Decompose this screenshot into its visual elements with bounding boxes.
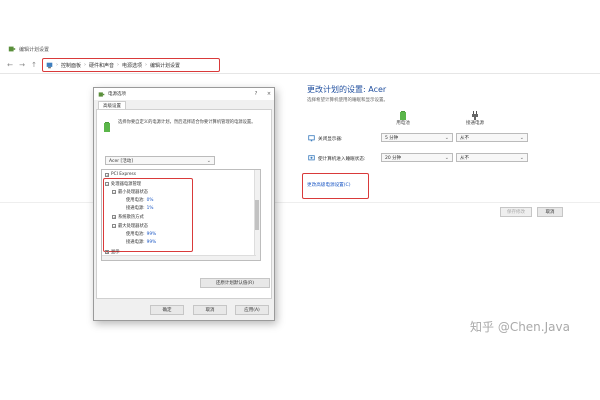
tree-item-min-state-label: 最小处理器状态	[118, 190, 149, 195]
dialog-title: 电源选项	[108, 92, 126, 97]
breadcrumb-separator-icon: ›	[117, 62, 120, 68]
max-plugged-label: 接通电源:	[126, 240, 145, 245]
battery-plan-icon	[104, 122, 110, 132]
display-off-label-text: 关闭显示器:	[318, 136, 343, 142]
control-panel-icon	[46, 62, 53, 68]
breadcrumb-edit-plan[interactable]: 编辑计划设置	[150, 62, 180, 69]
max-plugged-value[interactable]: 99%	[147, 240, 157, 245]
tree-item-max-state-label: 最大处理器状态	[118, 224, 149, 229]
display-off-battery-select[interactable]: 5 分钟 ⌄	[381, 133, 453, 142]
screenshot-root: 编辑计划设置 ← → ↑ › 控制面板 › 硬件和声音 › 电源选项 › 编辑计…	[0, 0, 600, 400]
power-options-icon	[8, 46, 16, 52]
watermark: 知乎 @Chen.Java	[470, 320, 570, 334]
tree-horizontal-scrollbar[interactable]	[102, 255, 256, 260]
tree-item-min-battery[interactable]: 使用电池: 0%	[126, 197, 154, 204]
max-battery-label: 使用电池:	[126, 232, 145, 237]
chevron-down-icon: ⌄	[444, 154, 449, 161]
sleep-label-text: 使计算机进入睡眠状态:	[318, 156, 366, 162]
battery-icon	[400, 111, 406, 120]
sleep-battery-select[interactable]: 20 分钟 ⌄	[381, 153, 453, 162]
help-button[interactable]: ?	[251, 91, 261, 97]
display-off-plugged-select[interactable]: 从不 ⌄	[456, 133, 528, 142]
plan-select-value: Acer [活动]	[109, 158, 134, 164]
plan-description: 选择你要自定义的电源计划，然后选择适合你要计算机管理的电源设置。	[102, 120, 258, 132]
tree-item-cooling-label: 系统散热方式	[118, 215, 144, 220]
breadcrumb-power-options[interactable]: 电源选项	[122, 62, 142, 69]
breadcrumb-separator-icon: ›	[145, 62, 148, 68]
tree-item-max-battery[interactable]: 使用电池: 99%	[126, 231, 157, 238]
chevron-down-icon: ⌄	[444, 134, 449, 141]
scrollbar-thumb[interactable]	[255, 200, 259, 230]
chevron-down-icon: ⌄	[519, 154, 524, 161]
display-off-battery-value: 5 分钟	[385, 135, 399, 141]
sleep-icon	[308, 155, 315, 161]
collapse-icon[interactable]: −	[112, 224, 116, 228]
breadcrumb-separator-icon: ›	[84, 62, 87, 68]
min-plugged-label: 接通电源:	[126, 206, 145, 211]
page-title: 更改计划的设置: Acer	[307, 85, 387, 94]
plugged-column-label: 接通电源	[466, 121, 484, 126]
min-plugged-value[interactable]: 1%	[147, 206, 154, 211]
power-options-dialog: 电源选项 ? × 高级设置 选择你要自定义的电源计划，然后选择适合你要计算机管理…	[93, 87, 275, 321]
tree-item-cooling[interactable]: + 系统散热方式	[112, 214, 144, 220]
tree-item-min-plugged[interactable]: 接通电源: 1%	[126, 205, 154, 212]
chevron-down-icon: ⌄	[206, 157, 211, 164]
window-title-text: 编辑计划设置	[19, 46, 50, 53]
tree-item-pci-express[interactable]: + PCI Express	[105, 172, 136, 177]
up-button[interactable]: ↑	[30, 60, 38, 70]
monitor-icon	[308, 135, 315, 142]
advanced-settings-link[interactable]: 更改高级电源设置(C)	[307, 182, 351, 188]
expand-icon[interactable]: +	[105, 250, 109, 254]
page-subtitle: 选择希望计算机使用的睡眠和显示设置。	[307, 98, 388, 103]
breadcrumb-hardware-sound[interactable]: 硬件和声音	[89, 62, 114, 69]
address-bar: ← → ↑ › 控制面板 › 硬件和声音 › 电源选项 › 编辑计划设置	[6, 58, 596, 72]
back-button[interactable]: ←	[6, 60, 14, 70]
restore-defaults-button[interactable]: 还原计划默认值(R)	[200, 278, 270, 288]
tree-item-min-state[interactable]: − 最小处理器状态	[112, 189, 148, 195]
tree-item-processor[interactable]: − 处理器电源管理	[105, 181, 141, 187]
breadcrumb-control-panel[interactable]: 控制面板	[61, 62, 81, 69]
sleep-plugged-value: 从不	[460, 155, 469, 161]
plug-icon	[472, 111, 478, 120]
plan-description-text: 选择你要自定义的电源计划，然后选择适合你要计算机管理的电源设置。	[118, 120, 256, 125]
content-divider	[0, 202, 600, 203]
breadcrumb-separator-icon: ›	[56, 62, 58, 68]
apply-button[interactable]: 应用(A)	[235, 305, 269, 315]
window-title: 编辑计划设置	[8, 45, 49, 53]
tree-item-max-plugged[interactable]: 接通电源: 99%	[126, 239, 157, 246]
min-battery-value[interactable]: 0%	[147, 198, 154, 203]
sleep-label: 使计算机进入睡眠状态:	[308, 155, 366, 162]
collapse-icon[interactable]: −	[105, 182, 109, 186]
display-off-label: 关闭显示器:	[308, 135, 343, 142]
tree-vertical-scrollbar[interactable]	[254, 170, 260, 260]
tree-item-max-state[interactable]: − 最大处理器状态	[112, 223, 148, 229]
dialog-cancel-button[interactable]: 取消	[193, 305, 227, 315]
tree-item-pci-label: PCI Express	[111, 172, 137, 177]
collapse-icon[interactable]: −	[112, 190, 116, 194]
max-battery-value[interactable]: 99%	[147, 232, 157, 237]
dialog-title-bar: 电源选项 ? ×	[94, 88, 274, 100]
power-options-icon	[98, 91, 105, 97]
expand-icon[interactable]: +	[105, 172, 109, 177]
close-button[interactable]: ×	[264, 91, 274, 97]
plugged-column-header: 接通电源	[455, 110, 495, 126]
battery-column-header: 用电池	[383, 110, 423, 126]
expand-icon[interactable]: +	[112, 215, 116, 219]
display-off-plugged-value: 从不	[460, 135, 469, 141]
tree-item-processor-label: 处理器电源管理	[111, 182, 142, 187]
chevron-down-icon: ⌄	[519, 134, 524, 141]
battery-column-label: 用电池	[396, 121, 410, 126]
address-divider	[0, 73, 600, 74]
settings-tree: + PCI Express − 处理器电源管理 − 最小处理器状态 使用电池: …	[101, 169, 261, 261]
save-changes-button[interactable]: 保存修改	[500, 207, 532, 217]
ok-button[interactable]: 确定	[150, 305, 184, 315]
plan-select[interactable]: Acer [活动] ⌄	[105, 156, 215, 165]
min-battery-label: 使用电池:	[126, 198, 145, 203]
breadcrumb: › 控制面板 › 硬件和声音 › 电源选项 › 编辑计划设置	[42, 58, 220, 72]
sleep-plugged-select[interactable]: 从不 ⌄	[456, 153, 528, 162]
forward-button[interactable]: →	[18, 60, 26, 70]
sleep-battery-value: 20 分钟	[385, 155, 402, 161]
cancel-button[interactable]: 取消	[537, 207, 563, 217]
